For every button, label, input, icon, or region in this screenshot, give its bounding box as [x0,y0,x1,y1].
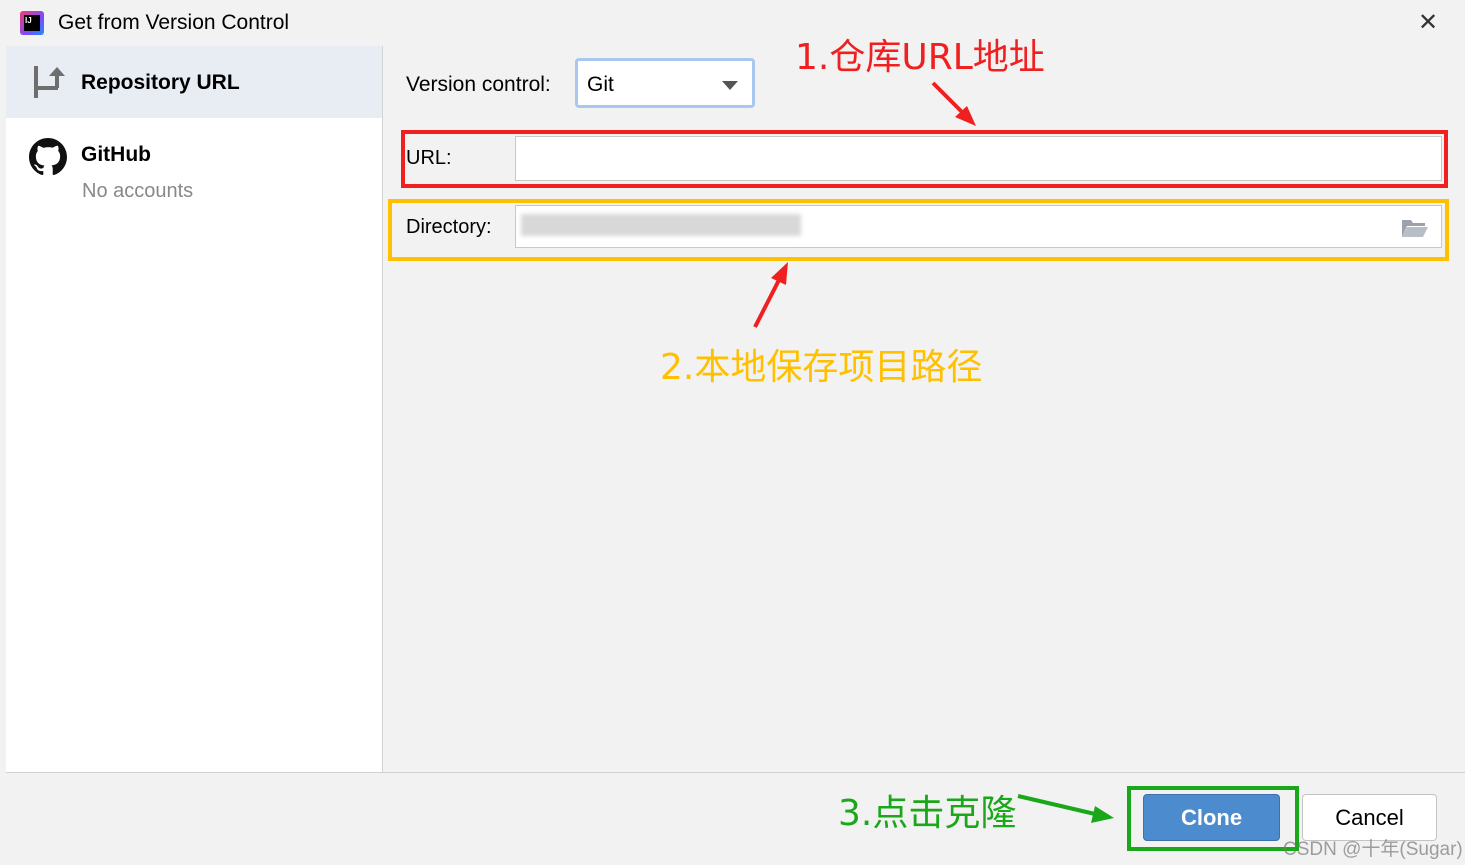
annotation-arrows [753,81,1114,823]
yellow-arrow [753,262,788,328]
red-arrow [931,81,976,126]
green-arrow [1017,794,1114,823]
